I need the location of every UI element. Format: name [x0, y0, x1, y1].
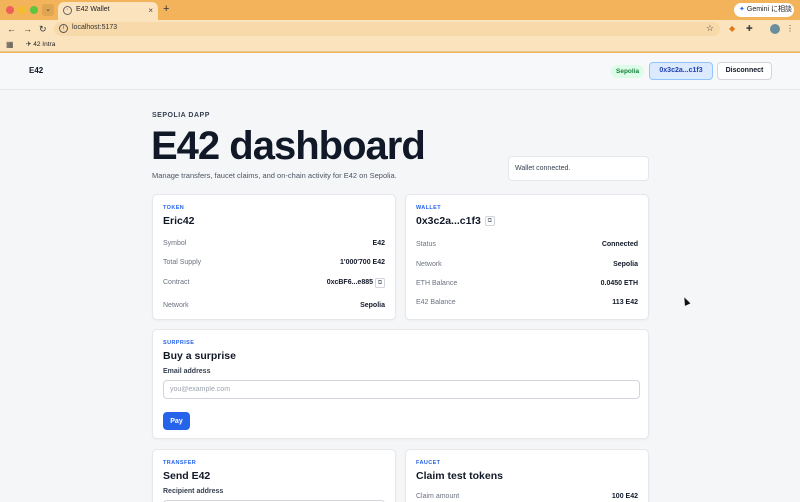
profile-avatar-icon[interactable] [770, 24, 780, 34]
info-row: E42 Balance 113 E42 [416, 299, 638, 309]
sparkle-icon: ✦ [739, 6, 745, 13]
extensions-puzzle-icon[interactable]: ✚ [746, 24, 753, 34]
row-label: Symbol [163, 240, 187, 247]
row-value: 1'000'700 E42 [340, 259, 385, 266]
row-label: Status [416, 241, 436, 248]
row-value: E42 [372, 240, 385, 247]
row-label: ETH Balance [416, 280, 458, 287]
tab-title: E42 Wallet [76, 6, 110, 13]
claim-amount-label: Claim amount [416, 493, 460, 500]
bookmark-label: 42 Intra [33, 41, 56, 48]
pay-button[interactable]: Pay [163, 412, 190, 430]
bookmark-star-icon[interactable]: ☆ [706, 23, 714, 34]
new-tab-icon[interactable]: + [163, 3, 169, 16]
mouse-cursor [681, 296, 691, 306]
card-title: Send E42 [163, 470, 211, 482]
info-row: Claim amount 100 E42 [416, 493, 638, 502]
contract-address: 0xcBF6...e885 [326, 279, 373, 286]
email-label: Email address [163, 368, 211, 375]
row-value: 113 E42 [612, 299, 638, 306]
info-row: ETH Balance 0.0450 ETH [416, 280, 638, 290]
minimize-window-button[interactable] [18, 6, 26, 14]
bookmark-42-intra[interactable]: ✈ 42 Intra [26, 40, 55, 50]
site-info-icon[interactable]: i [59, 24, 68, 33]
info-row: Total Supply 1'000'700 E42 [163, 259, 385, 269]
faucet-card: FAUCET Claim test tokens Claim amount 10… [405, 449, 649, 502]
maximize-window-button[interactable] [30, 6, 38, 14]
forward-arrow-icon[interactable]: → [23, 23, 32, 35]
disconnect-button[interactable]: Disconnect [717, 62, 772, 80]
card-title: Eric42 [163, 215, 195, 227]
token-card: TOKEN Eric42 Symbol E42 Total Supply 1'0… [152, 194, 396, 320]
network-badge: Sepolia [611, 65, 645, 78]
transfer-card: TRANSFER Send E42 Recipient address [152, 449, 396, 502]
row-value: 0.0450 ETH [600, 280, 638, 287]
address-bar[interactable]: i localhost:5173 ☆ [54, 22, 720, 36]
tab-search-icon[interactable]: ⌄ [42, 4, 54, 16]
recipient-label: Recipient address [163, 488, 224, 495]
card-tag: FAUCET [416, 460, 441, 466]
page-title: E42 dashboard [151, 124, 426, 168]
email-input[interactable] [163, 380, 640, 399]
menu-dots-icon[interactable]: ⋮ [786, 24, 794, 34]
app-header: E42 Sepolia 0x3c2a...c1f3 Disconnect [0, 53, 800, 90]
row-label: Network [163, 302, 189, 309]
surprise-card: SURPRISE Buy a surprise Email address Pa… [152, 329, 649, 439]
browser-toolbar: ← → ↻ i localhost:5173 ☆ ◆ ✚ ⋮ [0, 20, 800, 38]
card-tag: SURPRISE [163, 340, 195, 346]
info-row: Network Sepolia [416, 261, 638, 271]
app-viewport: E42 Sepolia 0x3c2a...c1f3 Disconnect SEP… [0, 53, 800, 502]
row-label: Contract [163, 279, 190, 286]
card-tag: TOKEN [163, 205, 185, 211]
card-title-row: 0x3c2a...c1f3 ⧉ [416, 215, 495, 227]
copy-icon[interactable]: ⧉ [484, 216, 495, 227]
info-row: Status Connected [416, 241, 638, 251]
wallet-address-title: 0x3c2a...c1f3 [416, 215, 481, 227]
info-row: Network Sepolia [163, 302, 385, 312]
page-eyebrow: SEPOLIA DAPP [152, 112, 210, 119]
apps-grid-icon[interactable]: ▦ [6, 40, 14, 50]
claim-amount-value: 100 E42 [611, 493, 638, 500]
row-value: Connected [601, 241, 638, 248]
row-value: Sepolia [360, 302, 385, 309]
page-subtitle: Manage transfers, faucet claims, and on-… [152, 171, 397, 180]
card-title: Claim test tokens [416, 470, 503, 482]
row-value: Sepolia [613, 261, 638, 268]
close-window-button[interactable] [6, 6, 14, 14]
back-arrow-icon[interactable]: ← [7, 23, 16, 35]
globe-icon: ◦ [63, 6, 72, 15]
gemini-button[interactable]: ✦ Gemini に相談 [734, 3, 794, 17]
reload-icon[interactable]: ↻ [39, 23, 47, 35]
url-text: localhost:5173 [72, 24, 118, 31]
info-row: Contract 0xcBF6...e885 ⧉ [163, 278, 385, 289]
browser-tab[interactable]: ◦ E42 Wallet × [58, 2, 158, 20]
wallet-status-message: Wallet connected. [508, 156, 649, 181]
bookmarks-bar: ▦ ✈ 42 Intra [0, 38, 800, 52]
card-tag: TRANSFER [163, 460, 197, 466]
row-label: E42 Balance [416, 299, 456, 306]
card-title: Buy a surprise [163, 350, 236, 362]
metamask-icon[interactable]: ◆ [729, 24, 735, 34]
row-label: Network [416, 261, 442, 268]
row-label: Total Supply [163, 259, 202, 266]
wallet-card: WALLET 0x3c2a...c1f3 ⧉ Status Connected N… [405, 194, 649, 320]
browser-titlebar: ⌄ ◦ E42 Wallet × + ✦ Gemini に相談 [0, 0, 800, 20]
close-icon[interactable]: × [148, 6, 153, 15]
gemini-label: Gemini に相談 [746, 6, 792, 13]
brand-logo-text[interactable]: E42 [29, 66, 43, 75]
copy-icon[interactable]: ⧉ [375, 278, 385, 288]
wallet-address-button[interactable]: 0x3c2a...c1f3 [649, 62, 713, 80]
info-row: Symbol E42 [163, 240, 385, 250]
card-tag: WALLET [416, 205, 442, 211]
